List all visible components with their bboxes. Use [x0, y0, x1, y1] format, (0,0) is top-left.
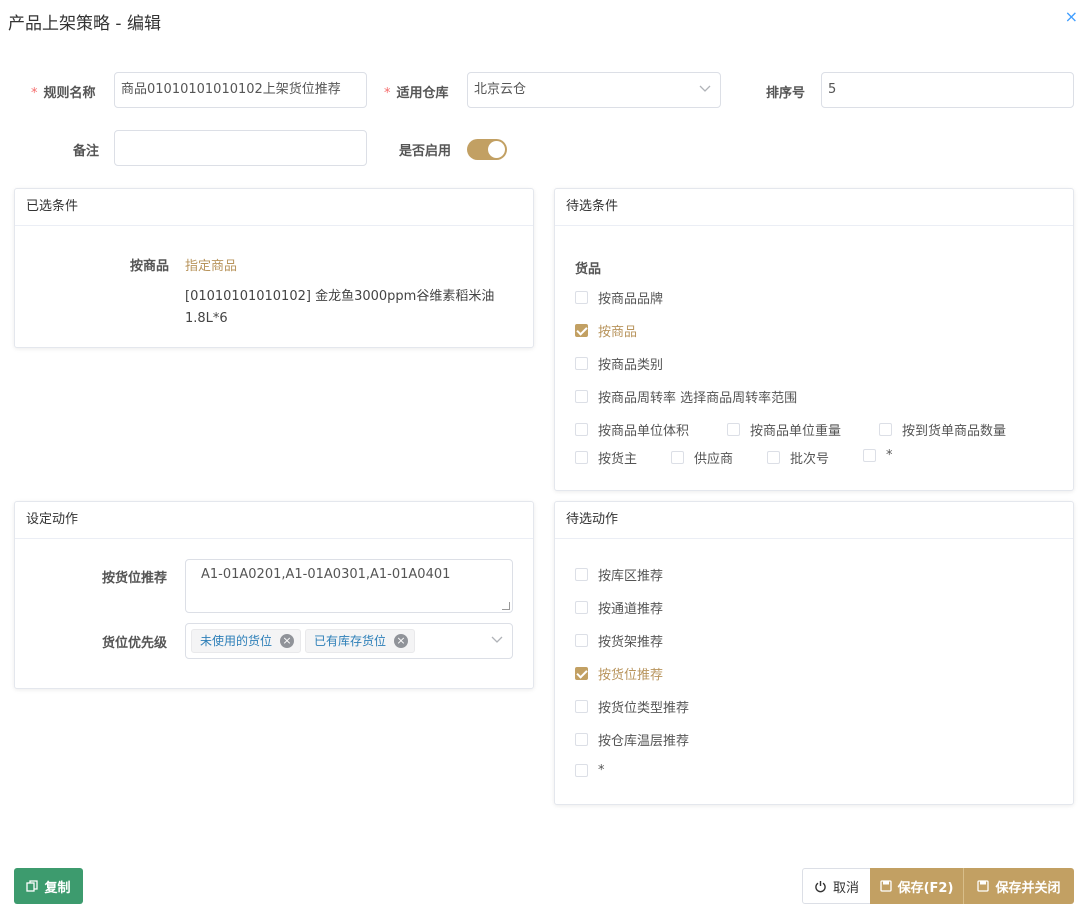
cond-batch-checkbox[interactable]: 批次号: [767, 448, 829, 467]
pending-conditions-title: 待选条件: [555, 189, 1073, 226]
location-priority-label: 货位优先级: [102, 636, 168, 651]
toggle-knob: [488, 141, 505, 158]
tag-close-icon[interactable]: ×: [394, 634, 409, 648]
location-recommend-label: 按货位推荐: [102, 571, 168, 586]
action-zone-checkbox[interactable]: 按库区推荐: [575, 565, 663, 584]
cond-arrival-qty-checkbox[interactable]: 按到货单商品数量: [879, 420, 1006, 439]
checkbox-box: [575, 357, 588, 370]
warehouse-value: 北京云仓: [474, 82, 527, 97]
checkbox-box: [575, 601, 588, 614]
by-product-label: 按商品: [130, 259, 170, 274]
sort-label: 排序号: [766, 86, 806, 101]
checkbox-box: [575, 733, 588, 746]
checkbox-box: [727, 423, 740, 436]
cancel-button[interactable]: 取消: [802, 868, 871, 904]
priority-multiselect[interactable]: 未使用的货位 × 已有库存货位 ×: [185, 623, 513, 659]
remark-label: 备注: [73, 144, 100, 159]
checkbox-box: [767, 451, 780, 464]
sort-input[interactable]: 5: [821, 72, 1074, 108]
action-aisle-checkbox[interactable]: 按通道推荐: [575, 598, 663, 617]
enabled-label: 是否启用: [399, 144, 452, 159]
checkbox-box: [575, 568, 588, 581]
chevron-down-icon: [491, 636, 503, 643]
cond-brand-checkbox[interactable]: 按商品品牌: [575, 288, 663, 307]
cond-volume-checkbox[interactable]: 按商品单位体积: [575, 420, 689, 439]
chevron-down-icon: [699, 85, 711, 92]
tag-close-icon[interactable]: ×: [280, 634, 295, 648]
rule-name-input[interactable]: 商品01010101010102上架货位推荐: [114, 72, 367, 108]
action-temperature-checkbox[interactable]: 按仓库温层推荐: [575, 730, 689, 749]
location-value: A1-01A0201,A1-01A0301,A1-01A0401: [201, 567, 451, 582]
resize-grip-icon[interactable]: [502, 602, 510, 610]
priority-tag: 未使用的货位 ×: [191, 629, 302, 653]
specify-product-link[interactable]: 指定商品: [185, 255, 237, 274]
remark-input[interactable]: [114, 130, 367, 166]
action-location-checkbox[interactable]: 按货位推荐: [575, 664, 663, 683]
selected-conditions-title: 已选条件: [15, 189, 533, 226]
pending-actions-panel: 待选动作: [554, 501, 1074, 805]
action-shelf-checkbox[interactable]: 按货架推荐: [575, 631, 663, 650]
enabled-toggle[interactable]: [467, 139, 507, 160]
pending-actions-title: 待选动作: [555, 502, 1073, 539]
warehouse-label: * 适用仓库: [384, 86, 449, 101]
checkbox-box: [575, 291, 588, 304]
set-action-title: 设定动作: [15, 502, 533, 539]
save-icon: [977, 880, 990, 892]
cond-product-checkbox[interactable]: 按商品: [575, 321, 637, 340]
checkbox-box: [575, 451, 588, 464]
copy-icon: [26, 880, 39, 892]
checkbox-box: [575, 423, 588, 436]
save-button[interactable]: 保存(F2): [870, 868, 963, 904]
cond-owner-checkbox[interactable]: 按货主: [575, 448, 637, 467]
cond-supplier-checkbox[interactable]: 供应商: [671, 448, 733, 467]
checkbox-box: [575, 700, 588, 713]
checkbox-box: [575, 390, 588, 403]
warehouse-select[interactable]: 北京云仓: [467, 72, 721, 108]
priority-tag: 已有库存货位 ×: [305, 629, 416, 653]
product-line1: [01010101010102] 金龙鱼3000ppm谷维素稻米油: [185, 289, 495, 304]
checkbox-box: [575, 634, 588, 647]
dialog-title: 产品上架策略 - 编辑: [8, 14, 161, 34]
save-icon: [879, 880, 892, 892]
power-icon: [815, 880, 826, 892]
checkbox-box: [863, 449, 876, 462]
goods-group-title: 货品: [575, 262, 602, 277]
location-textarea[interactable]: A1-01A0201,A1-01A0301,A1-01A0401: [185, 559, 513, 613]
action-any-checkbox[interactable]: *: [575, 763, 605, 778]
cond-any-checkbox[interactable]: *: [863, 448, 893, 463]
cond-category-checkbox[interactable]: 按商品类别: [575, 354, 663, 373]
action-location-type-checkbox[interactable]: 按货位类型推荐: [575, 697, 689, 716]
close-icon[interactable]: ×: [1065, 7, 1078, 26]
checkbox-box: [575, 667, 588, 680]
checkbox-box: [879, 423, 892, 436]
checkbox-box: [575, 324, 588, 337]
cond-turnover-checkbox[interactable]: 按商品周转率 选择商品周转率范围: [575, 387, 797, 406]
cond-weight-checkbox[interactable]: 按商品单位重量: [727, 420, 841, 439]
copy-button[interactable]: 复制: [14, 868, 83, 904]
product-item: [01010101010102] 金龙鱼3000ppm谷维素稻米油 1.8L*6: [185, 286, 515, 330]
product-line2: 1.8L*6: [185, 311, 228, 326]
checkbox-box: [671, 451, 684, 464]
save-and-close-button[interactable]: 保存并关闭: [963, 868, 1074, 904]
rule-name-label: * 规则名称: [31, 86, 96, 101]
checkbox-box: [575, 764, 588, 777]
